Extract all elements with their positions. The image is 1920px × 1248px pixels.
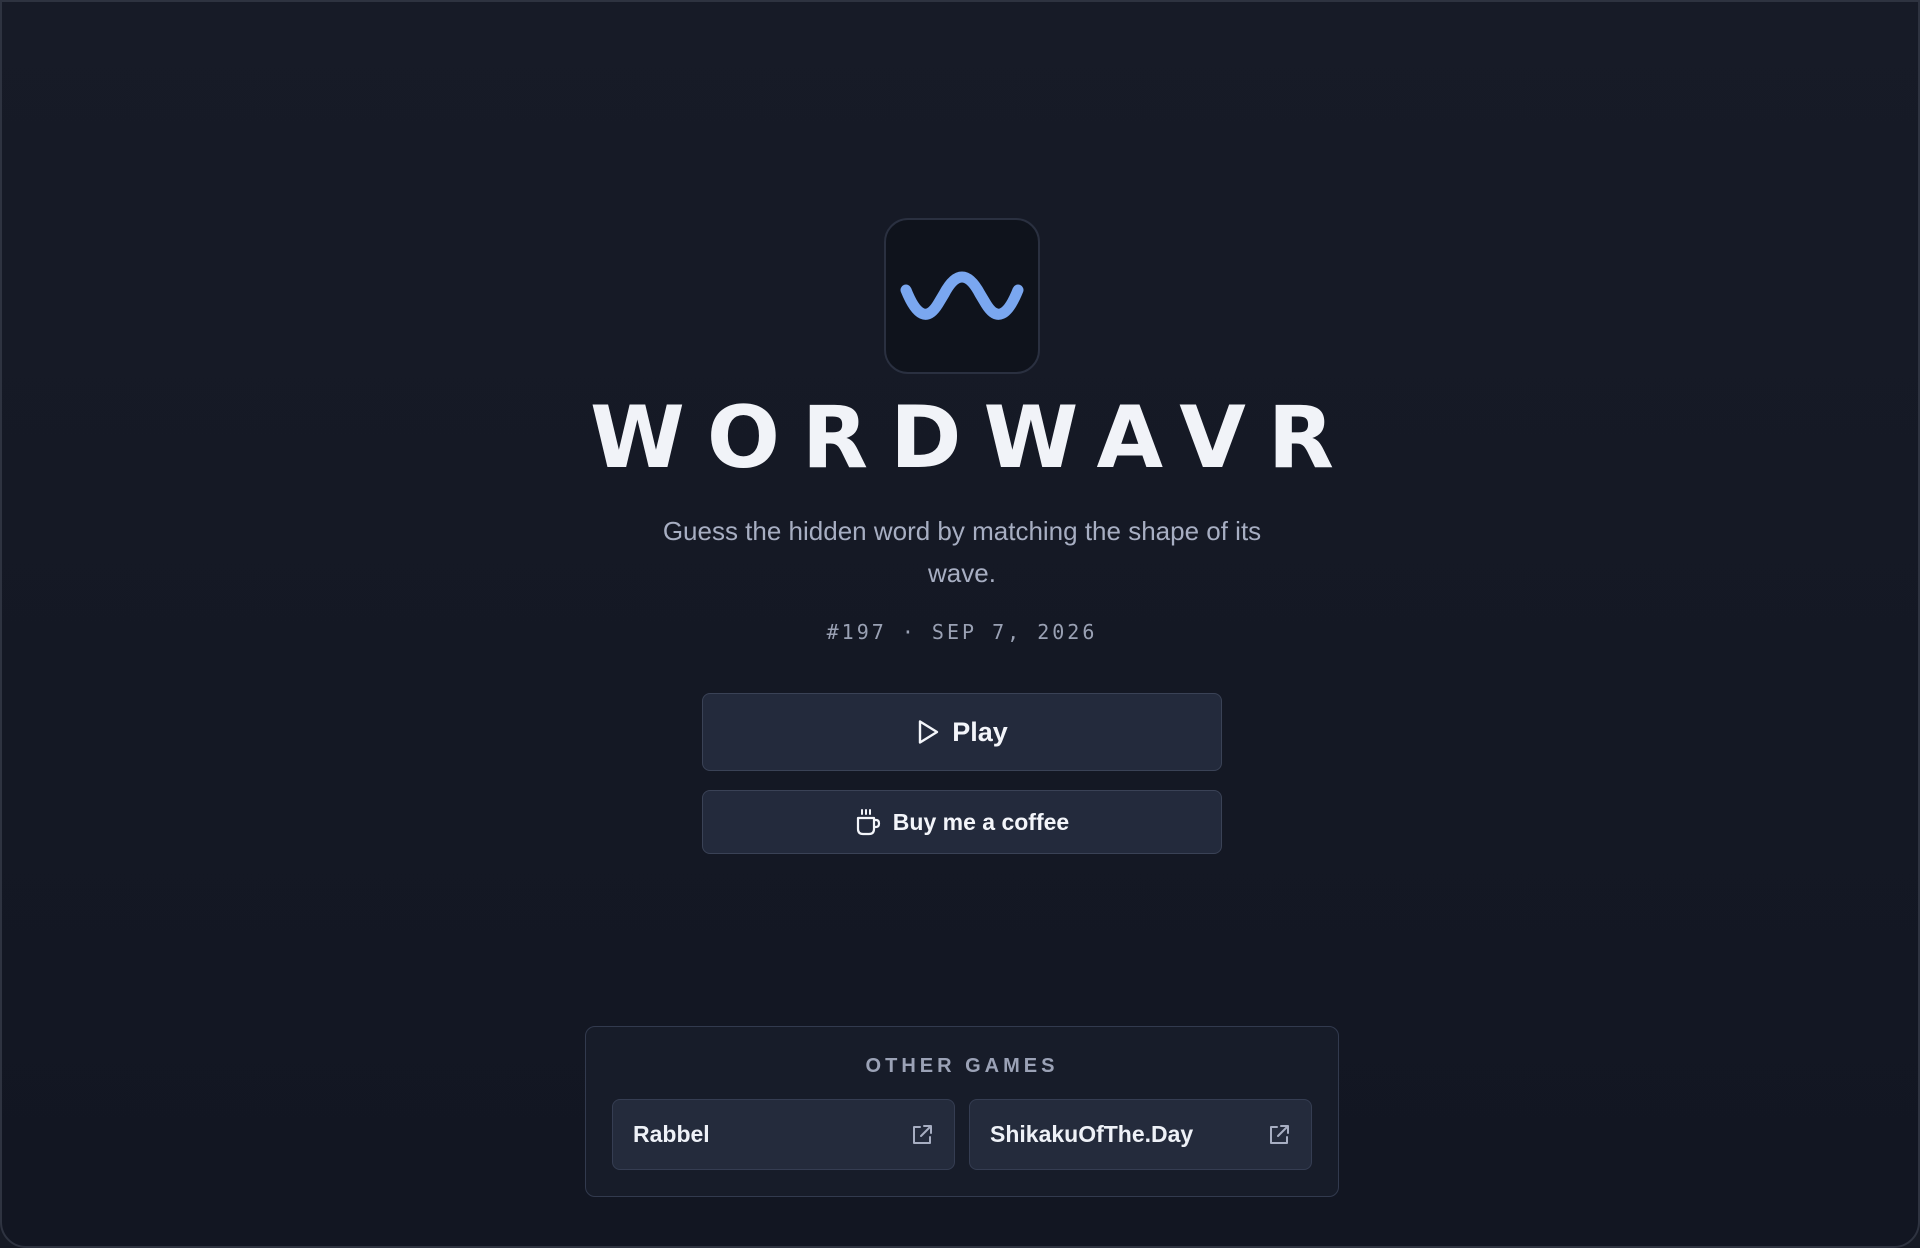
play-button-label: Play	[952, 716, 1008, 747]
puzzle-edition: #197 · SEP 7, 2026	[826, 620, 1098, 644]
tagline: Guess the hidden word by matching the sh…	[662, 516, 1262, 588]
game-link-label: ShikakuOfThe.Day	[990, 1121, 1194, 1147]
coffee-cup-icon	[856, 809, 880, 836]
other-games-panel: OTHER GAMES Rabbel ShikakuOfThe.Day	[585, 1026, 1339, 1197]
coffee-button-label: Buy me a coffee	[892, 808, 1070, 835]
game-link-rabbel[interactable]: Rabbel	[612, 1099, 955, 1170]
wave-icon	[900, 271, 1024, 320]
game-link-label: Rabbel	[633, 1121, 710, 1147]
play-button[interactable]: Play	[702, 693, 1222, 771]
external-link-icon	[913, 1124, 932, 1144]
play-icon	[919, 720, 939, 744]
app-window: WORDWAVR Guess the hidden word by matchi…	[0, 0, 1920, 1248]
game-link-shikakuoftheday[interactable]: ShikakuOfThe.Day	[969, 1099, 1312, 1170]
page-title: WORDWAVR	[589, 388, 1357, 488]
app-logo	[884, 218, 1040, 374]
external-link-icon	[1270, 1124, 1289, 1144]
other-games-heading: OTHER GAMES	[865, 1055, 1059, 1077]
buy-me-a-coffee-button[interactable]: Buy me a coffee	[702, 790, 1222, 854]
